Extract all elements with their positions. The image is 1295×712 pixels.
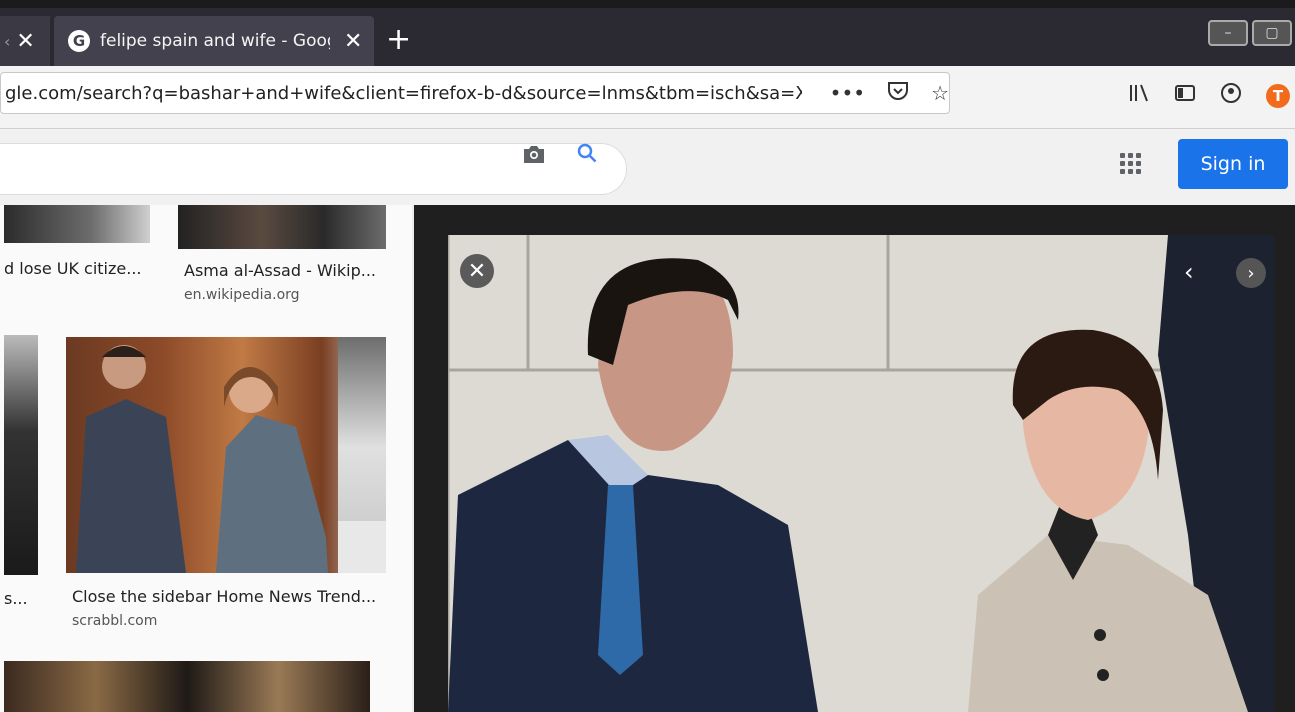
tab-title: felipe spain and wife - Google [100,31,330,51]
result-caption[interactable]: Asma al-Assad - Wikip... [184,261,376,280]
maximize-button[interactable]: ▢ [1252,20,1292,46]
result-thumbnail[interactable] [178,205,386,249]
tab-previous[interactable]: ‹ ✕ [0,16,50,66]
result-caption[interactable]: d lose UK citize... [4,259,142,278]
result-thumbnail[interactable] [4,335,38,575]
pocket-icon[interactable] [887,81,909,106]
library-icon[interactable] [1128,83,1150,108]
minimize-button[interactable]: – [1208,20,1248,46]
page-actions-icon[interactable]: ••• [830,81,865,106]
navigation-toolbar: gle.com/search?q=bashar+and+wife&client=… [0,66,1295,129]
next-image-button[interactable]: › [1236,258,1266,288]
tab-overflow-icon: ‹ [4,31,11,51]
result-source[interactable]: scrabbl.com [72,613,157,629]
result-caption[interactable]: s... [4,589,28,608]
url-actions: ••• ☆ [830,81,949,106]
browser-window: ‹ ✕ G felipe spain and wife - Google ✕ +… [0,8,1295,712]
close-icon[interactable]: ✕ [344,29,362,54]
apps-grid-icon[interactable] [1120,153,1141,174]
result-caption[interactable]: Close the sidebar Home News Trend... [72,587,376,606]
account-icon[interactable] [1220,82,1242,109]
sidebar-icon[interactable] [1174,83,1196,108]
result-source[interactable]: en.wikipedia.org [184,287,300,303]
image-preview-panel [414,205,1295,712]
previous-image-button[interactable]: ‹ [1184,258,1194,286]
result-thumbnail[interactable] [338,337,386,521]
tab-strip: ‹ ✕ G felipe spain and wife - Google ✕ +… [0,8,1295,66]
preview-image[interactable] [448,235,1274,712]
browser-tools: T [1128,82,1290,109]
search-icon[interactable] [576,142,598,170]
bookmark-star-icon[interactable]: ☆ [931,81,949,106]
image-results: d lose UK citize... Asma al-Assad - Wiki… [0,205,412,712]
camera-icon[interactable] [522,143,546,171]
result-thumbnail[interactable] [4,205,150,243]
url-text[interactable]: gle.com/search?q=bashar+and+wife&client=… [1,83,802,104]
google-header: Sign in [0,129,1295,205]
sign-in-button[interactable]: Sign in [1178,139,1288,189]
url-bar[interactable]: gle.com/search?q=bashar+and+wife&client=… [0,72,950,114]
window-controls: – ▢ [1208,20,1292,46]
google-favicon-icon: G [68,30,90,52]
profile-avatar-icon[interactable]: T [1266,83,1290,108]
tab-active[interactable]: G felipe spain and wife - Google ✕ [54,16,374,66]
new-tab-button[interactable]: + [386,22,411,57]
result-thumbnail[interactable] [4,661,370,712]
close-icon[interactable]: ✕ [16,29,34,54]
close-preview-button[interactable]: ✕ [460,254,494,288]
